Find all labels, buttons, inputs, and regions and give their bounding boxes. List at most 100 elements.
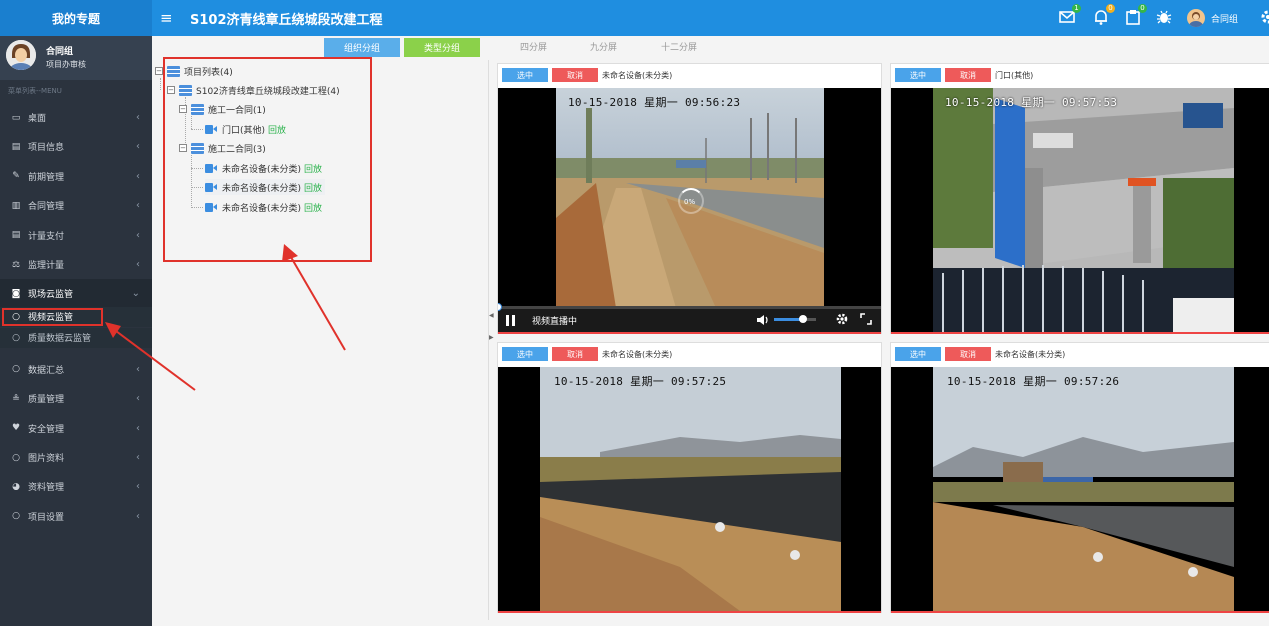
video-frame: 10-15-2018 星期一 09:57:53 — [933, 88, 1234, 332]
sidebar-item-7[interactable]: ◙ 现场云监管 ⌄ — [0, 279, 152, 309]
video-panel-4: 选中 取消 未命名设备(未分类) 10-15-2018 星期一 09:57:26 — [890, 342, 1269, 613]
circle-icon: ○ — [12, 332, 20, 343]
video-frame: 10-15-2018 星期一 09:57:26 — [933, 367, 1234, 611]
sidebar-item-2[interactable]: ▤ 项目信息 ‹ — [0, 132, 152, 161]
collapse-arrow-icon[interactable]: ◀ — [489, 312, 494, 319]
tab-type-group[interactable]: 类型分组 — [404, 38, 480, 57]
sidebar-item-9[interactable]: ≗ 质量管理 ‹ — [0, 384, 152, 413]
tab-nine-split[interactable]: 九分屏 — [590, 40, 617, 53]
menu-caption: 菜单列表--MENU — [8, 87, 62, 95]
monitor-icon: ▭ — [11, 112, 21, 123]
video-timestamp: 10-15-2018 星期一 09:57:26 — [947, 375, 1120, 388]
sidebar-item-10[interactable]: ♥ 安全管理 ‹ — [0, 414, 152, 443]
tab-four-split[interactable]: 四分屏 — [520, 40, 547, 53]
sidebar-item-4[interactable]: ▥ 合同管理 ‹ — [0, 191, 152, 220]
scale-icon: ⚖ — [11, 259, 21, 270]
bug-icon[interactable] — [1155, 8, 1173, 26]
loading-percent: 0% — [684, 198, 696, 206]
chevron-icon: ‹ — [136, 422, 140, 434]
quality-icon: ≗ — [12, 393, 20, 404]
menu-toggle-icon[interactable]: ≡ — [160, 0, 173, 36]
cancel-button[interactable]: 取消 — [552, 347, 598, 361]
bell-icon[interactable]: 0 — [1092, 4, 1115, 26]
sidebar-item-label: 数据汇总 — [28, 365, 65, 376]
globe-icon: ◕ — [12, 481, 20, 492]
sidebar-item-13[interactable]: ○ 项目设置 ‹ — [0, 502, 152, 531]
collapse-toggle[interactable]: − — [155, 67, 163, 75]
video-player[interactable]: 10-15-2018 星期一 09:57:53 — [891, 88, 1269, 334]
profile-avatar — [6, 40, 36, 70]
video-timestamp: 10-15-2018 星期一 09:57:25 — [554, 375, 727, 388]
chevron-icon: ‹ — [136, 481, 140, 493]
sidebar-item-3[interactable]: ✎ 前期管理 ‹ — [0, 162, 152, 191]
expand-arrow-icon[interactable]: ▶ — [489, 334, 494, 341]
sidebar-item-label: 合同管理 — [28, 202, 65, 213]
live-status: 视频直播中 — [532, 317, 578, 327]
select-button[interactable]: 选中 — [895, 68, 941, 82]
video-panel-3: 选中 取消 未命名设备(未分类) 10-15-2018 星期一 09:57:25 — [497, 342, 882, 613]
camera-name: 未命名设备(未分类) — [995, 349, 1066, 359]
select-button[interactable]: 选中 — [502, 68, 548, 82]
cancel-button[interactable]: 取消 — [945, 347, 991, 361]
sidebar-item-12[interactable]: ◕ 资料管理 ‹ — [0, 472, 152, 501]
sidebar-item-label: 监理计量 — [28, 261, 65, 271]
chevron-icon: ‹ — [136, 510, 140, 522]
chevron-icon: ‹ — [136, 229, 140, 241]
user-profile: 合同组 项目办审核 — [0, 36, 152, 80]
user-avatar[interactable] — [1187, 9, 1205, 27]
volume-icon[interactable] — [756, 313, 770, 327]
sidebar-item-5[interactable]: ▤ 计量支付 ‹ — [0, 221, 152, 250]
video-player[interactable]: 10-15-2018 星期一 09:56:23 0% 视频直播中 — [498, 88, 881, 334]
panel-header: 选中 取消 门口(其他) — [891, 64, 1269, 86]
video-frame: 10-15-2018 星期一 09:57:25 — [540, 367, 841, 611]
progress-bar[interactable] — [498, 303, 881, 311]
video-player[interactable]: 10-15-2018 星期一 09:57:25 — [498, 367, 881, 613]
pause-icon[interactable] — [506, 315, 515, 326]
fullscreen-icon[interactable] — [860, 313, 872, 325]
top-username[interactable]: 合同组 — [1211, 0, 1238, 36]
sidebar-item-8[interactable]: ○ 数据汇总 ‹ — [0, 355, 152, 384]
chevron-icon: ‹ — [136, 141, 140, 153]
camera-name: 未命名设备(未分类) — [602, 349, 673, 359]
sidebar-subitem-2[interactable]: ○ 质量数据云监管 — [0, 327, 152, 348]
camera-name: 门口(其他) — [995, 70, 1034, 80]
sidebar: 合同组 项目办审核 菜单列表--MENU ▭ 桌面 ‹ ▤ 项目信息 ‹ ✎ 前期管理 ‹ ▥ 合同… — [0, 36, 152, 626]
tab-org-group[interactable]: 组织分组 — [324, 38, 400, 57]
video-player[interactable]: 10-15-2018 星期一 09:57:26 — [891, 367, 1269, 613]
message-icon[interactable]: 1 — [1058, 4, 1081, 26]
sidebar-item-11[interactable]: ○ 图片资料 ‹ — [0, 443, 152, 472]
sidebar-item-1[interactable]: ▭ 桌面 ‹ — [0, 103, 152, 132]
circle-icon: ○ — [12, 364, 20, 375]
select-button[interactable]: 选中 — [895, 347, 941, 361]
cancel-button[interactable]: 取消 — [552, 68, 598, 82]
sidebar-item-label: 桌面 — [28, 114, 47, 124]
chevron-icon: ⌄ — [131, 288, 140, 300]
clipboard-icon[interactable]: 0 — [1124, 4, 1147, 26]
sidebar-item-label: 安全管理 — [28, 424, 65, 435]
sidebar-item-label: 计量支付 — [28, 231, 65, 242]
settings-icon[interactable] — [1259, 8, 1269, 26]
chevron-icon: ‹ — [136, 259, 140, 270]
volume-slider[interactable] — [774, 315, 816, 323]
camera-name: 未命名设备(未分类) — [602, 70, 673, 80]
sidebar-item-label: 项目设置 — [28, 512, 65, 523]
message-badge: 1 — [1072, 4, 1081, 13]
panel-header: 选中 取消 未命名设备(未分类) — [891, 343, 1269, 365]
progress-handle[interactable] — [498, 303, 502, 311]
sidebar-item-6[interactable]: ⚖ 监理计量 ‹ — [0, 250, 152, 279]
video-panel-1: 选中 取消 未命名设备(未分类) 10-15-2018 星期一 09:56:23… — [497, 63, 882, 334]
bell-badge: 0 — [1106, 4, 1115, 13]
brand-title[interactable]: 我的专题 — [0, 0, 152, 36]
cancel-button[interactable]: 取消 — [945, 68, 991, 82]
sidebar-item-label: 现场云监管 — [28, 290, 74, 301]
chevron-icon: ‹ — [136, 112, 140, 123]
tab-twelve-split[interactable]: 十二分屏 — [661, 40, 697, 53]
video-timestamp: 10-15-2018 星期一 09:56:23 — [568, 96, 741, 109]
top-bar: 我的专题 ≡ S102济青线章丘绕城段改建工程 1 0 0 合同组 — [0, 0, 1269, 36]
volume-handle[interactable] — [799, 315, 808, 323]
select-button[interactable]: 选中 — [502, 347, 548, 361]
sidebar-item-label: 项目信息 — [28, 143, 65, 154]
circle-icon: ○ — [12, 511, 20, 522]
gear-icon[interactable] — [835, 312, 849, 326]
project-title: S102济青线章丘绕城段改建工程 — [190, 12, 383, 28]
